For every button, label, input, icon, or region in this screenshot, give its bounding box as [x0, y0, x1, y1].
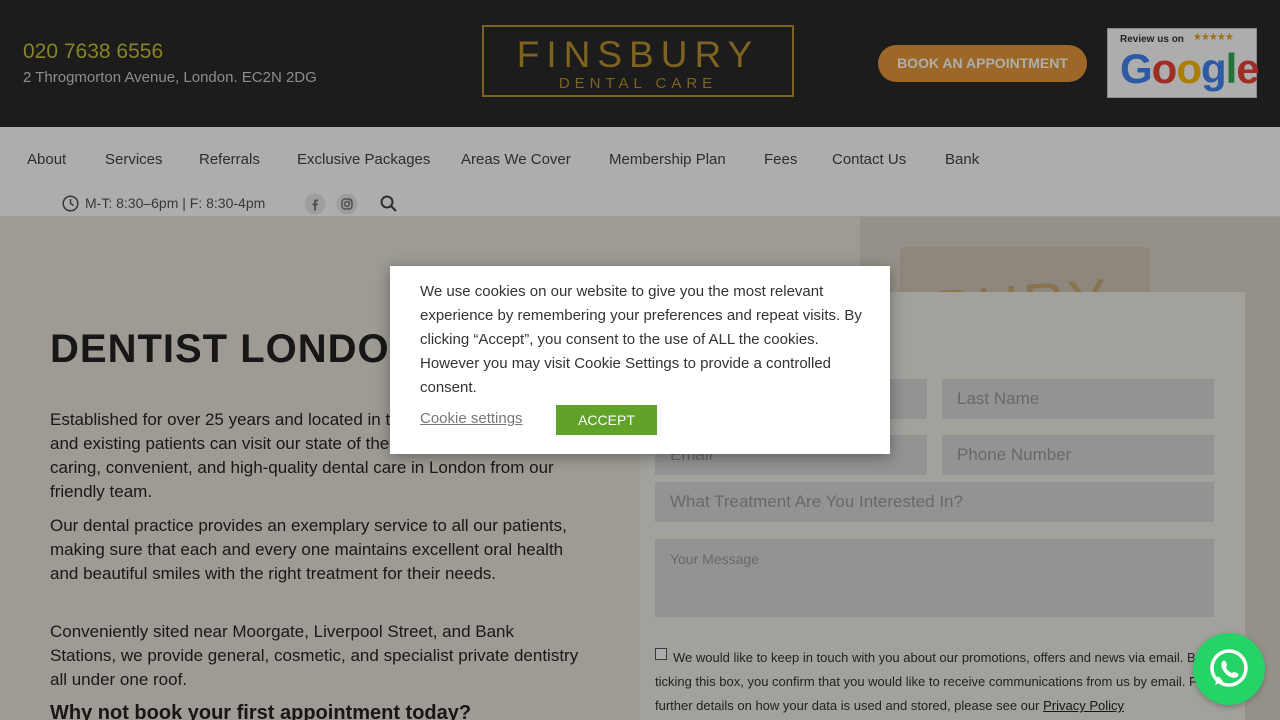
cookie-settings-link[interactable]: Cookie settings: [420, 410, 523, 427]
cookie-message: We use cookies on our website to give yo…: [420, 283, 862, 396]
accept-cookies-button[interactable]: ACCEPT: [556, 405, 657, 435]
cookie-consent-dialog: We use cookies on our website to give yo…: [390, 266, 890, 454]
whatsapp-button[interactable]: [1193, 633, 1265, 705]
whatsapp-icon: [1210, 649, 1248, 687]
